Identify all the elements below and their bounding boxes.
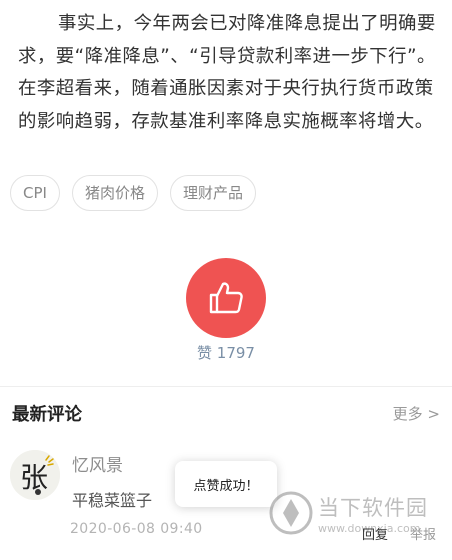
article-page: 事实上，今年两会已对降准降息提出了明确要求，要“降准降息”、“引导贷款利率进一步… xyxy=(0,0,452,560)
tag-cpi[interactable]: CPI xyxy=(10,175,60,211)
tag-list: CPI 猪肉价格 理财产品 xyxy=(10,175,268,211)
watermark-text: 当下软件园 xyxy=(318,496,428,520)
report-button[interactable]: 举报 xyxy=(410,524,436,543)
comment-username[interactable]: 忆风景 xyxy=(72,451,123,476)
comments-title: 最新评论 xyxy=(12,405,82,425)
avatar-char: 张 xyxy=(20,461,48,494)
avatar[interactable]: 张 xyxy=(10,450,60,500)
article-text: 事实上，今年两会已对降准降息提出了明确要求，要“降准降息”、“引导贷款利率进一步… xyxy=(18,13,436,132)
comment-timestamp: 2020-06-08 09:40 xyxy=(70,521,203,537)
like-button[interactable] xyxy=(186,258,266,338)
like-success-toast: 点赞成功！ xyxy=(175,461,277,507)
article-paragraph: 事实上，今年两会已对降准降息提出了明确要求，要“降准降息”、“引导贷款利率进一步… xyxy=(18,8,438,138)
thumbs-up-icon xyxy=(209,282,243,314)
avatar-image: 张 xyxy=(10,450,60,500)
tag-pork-price[interactable]: 猪肉价格 xyxy=(71,175,158,211)
tag-wealth-products[interactable]: 理财产品 xyxy=(169,175,256,211)
reply-button[interactable]: 回复 xyxy=(362,524,388,543)
section-divider xyxy=(0,386,452,387)
more-comments-link[interactable]: 更多 > xyxy=(393,403,440,424)
like-count: 赞 1797 xyxy=(197,344,255,362)
comment-text: 平稳菜篮子 xyxy=(72,491,153,510)
